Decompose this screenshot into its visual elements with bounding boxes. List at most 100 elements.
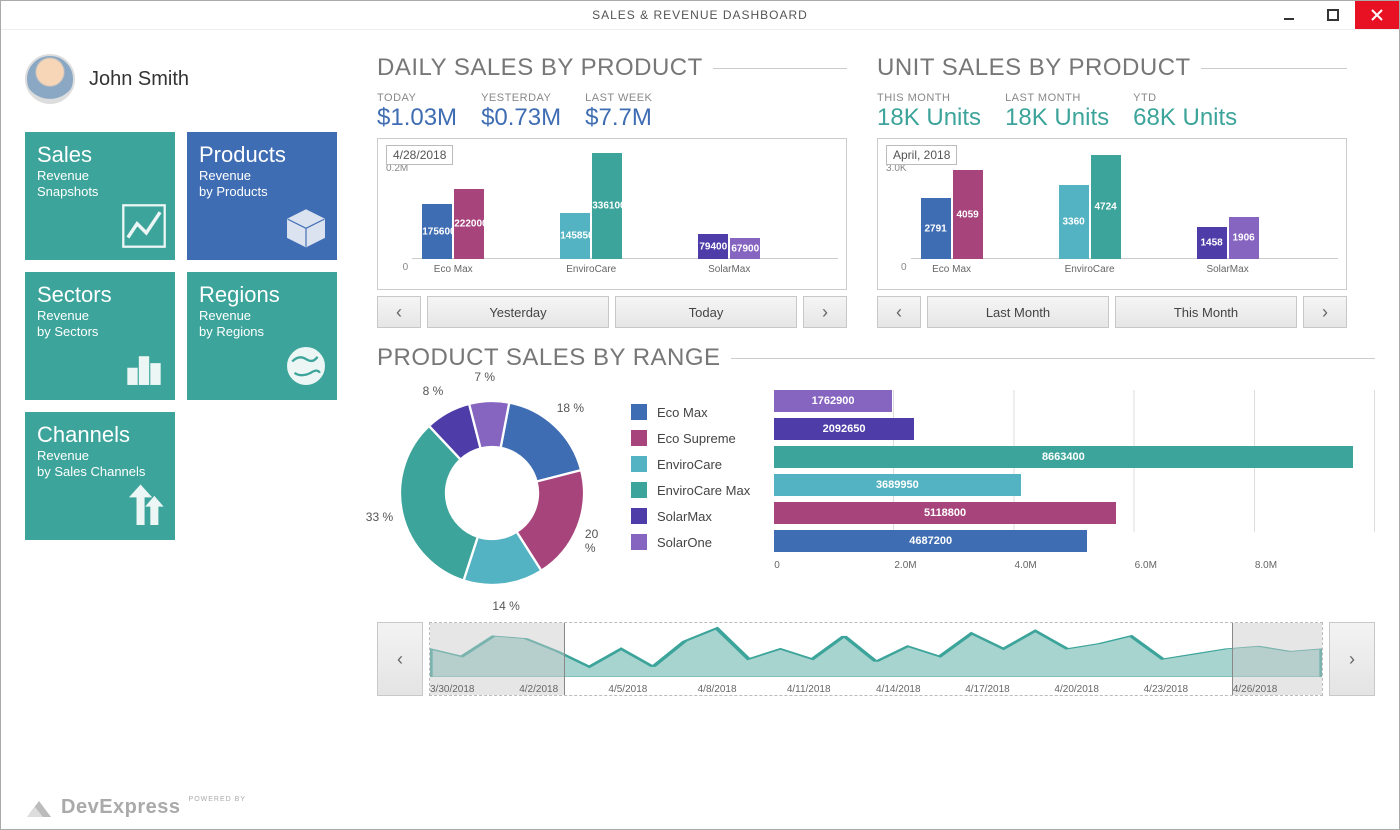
tile-products[interactable]: Products Revenueby Products	[187, 132, 337, 260]
tile-title: Sales	[37, 142, 163, 168]
tile-sub: Revenueby Sales Channels	[37, 448, 163, 481]
daily-next-button[interactable]: ›	[803, 296, 847, 328]
kpi-label: YESTERDAY	[481, 92, 561, 104]
bar: 1906	[1229, 217, 1259, 259]
bar: 4724	[1091, 155, 1121, 259]
legend-item: SolarMax	[631, 508, 750, 524]
category-label: EnviroCare	[1055, 264, 1125, 275]
donut-slice-label: 20 %	[585, 527, 607, 555]
bar: 3360	[1059, 185, 1089, 259]
unit-chart: April, 2018 3.0K0 27914059Eco Max3360472…	[877, 138, 1347, 290]
donut-slice-label: 7 %	[474, 370, 495, 384]
legend-item: Eco Supreme	[631, 430, 750, 446]
arrows-icon	[121, 483, 167, 534]
tile-title: Channels	[37, 422, 163, 448]
daily-yesterday-button[interactable]: Yesterday	[427, 296, 609, 328]
legend-label: Eco Max	[657, 405, 708, 420]
timeline-tick: 4/11/2018	[787, 684, 876, 695]
close-button[interactable]	[1355, 1, 1399, 29]
legend-swatch	[631, 430, 647, 446]
box-icon	[283, 203, 329, 254]
tile-regions[interactable]: Regions Revenueby Regions	[187, 272, 337, 400]
timeline-tick: 4/20/2018	[1054, 684, 1143, 695]
timeline-tick: 4/5/2018	[608, 684, 697, 695]
donut-slice-label: 8 %	[423, 384, 444, 398]
timeline-tick: 4/8/2018	[698, 684, 787, 695]
unit-lastmonth-button[interactable]: Last Month	[927, 296, 1109, 328]
legend-label: SolarOne	[657, 535, 712, 550]
kpi-value: $0.73M	[481, 104, 561, 132]
unit-thismonth-button[interactable]: This Month	[1115, 296, 1297, 328]
kpi-label: LAST MONTH	[1005, 92, 1109, 104]
legend-label: EnviroCare Max	[657, 483, 750, 498]
daily-today-button[interactable]: Today	[615, 296, 797, 328]
category-label: Eco Max	[917, 264, 987, 275]
bar: 175600	[422, 204, 452, 259]
tile-sales[interactable]: Sales RevenueSnapshots	[25, 132, 175, 260]
kpi-label: TODAY	[377, 92, 457, 104]
user-name: John Smith	[89, 68, 189, 91]
minimize-button[interactable]	[1267, 1, 1311, 29]
tile-sub: Revenueby Sectors	[37, 308, 163, 341]
legend-item: EnviroCare	[631, 456, 750, 472]
timeline-tick: 4/23/2018	[1144, 684, 1233, 695]
tile-channels[interactable]: Channels Revenueby Sales Channels	[25, 412, 175, 540]
category-label: SolarMax	[694, 264, 764, 275]
unit-prev-button[interactable]: ‹	[877, 296, 921, 328]
hbar: 2092650	[774, 418, 914, 440]
category-label: SolarMax	[1193, 264, 1263, 275]
hbar: 5118800	[774, 502, 1116, 524]
timeline-prev-button[interactable]: ‹	[377, 622, 423, 696]
tile-sub: Revenueby Products	[199, 168, 325, 201]
timeline-next-button[interactable]: ›	[1329, 622, 1375, 696]
range-title: PRODUCT SALES BY RANGE	[377, 344, 721, 372]
timeline-tick: 4/14/2018	[876, 684, 965, 695]
timeline-range-selector[interactable]: 3/30/20184/2/20184/5/20184/8/20184/11/20…	[429, 622, 1323, 696]
legend-label: Eco Supreme	[657, 431, 736, 446]
hbar: 8663400	[774, 446, 1352, 468]
kpi-label: LAST WEEK	[585, 92, 652, 104]
globe-icon	[283, 343, 329, 394]
hbar: 3689950	[774, 474, 1020, 496]
tile-sectors[interactable]: Sectors Revenueby Sectors	[25, 272, 175, 400]
maximize-button[interactable]	[1311, 1, 1355, 29]
kpi-value: $7.7M	[585, 104, 652, 132]
legend-label: EnviroCare	[657, 457, 722, 472]
legend-swatch	[631, 482, 647, 498]
unit-next-button[interactable]: ›	[1303, 296, 1347, 328]
kpi-value: $1.03M	[377, 104, 457, 132]
user-block: John Smith	[25, 54, 345, 104]
bar: 67900	[730, 238, 760, 259]
daily-date-badge: 4/28/2018	[386, 145, 453, 165]
donut-slice-label: 33 %	[366, 510, 393, 524]
hbar: 4687200	[774, 530, 1087, 552]
kpi-label: THIS MONTH	[877, 92, 981, 104]
axis-tick: 0	[774, 560, 894, 571]
unit-date-badge: April, 2018	[886, 145, 957, 165]
donut-slice-label: 14 %	[492, 599, 519, 613]
daily-prev-button[interactable]: ‹	[377, 296, 421, 328]
legend-item: SolarOne	[631, 534, 750, 550]
line-chart-icon	[121, 203, 167, 254]
tile-title: Regions	[199, 282, 325, 308]
tile-sub: RevenueSnapshots	[37, 168, 163, 201]
brand-name: DevExpress	[61, 796, 181, 819]
range-hbar-chart: 1762900 2092650 8663400 3689950 5118800 46872…	[774, 378, 1375, 571]
window-title: SALES & REVENUE DASHBOARD	[592, 8, 808, 22]
kpi-value: 18K Units	[877, 104, 981, 132]
daily-chart: 4/28/2018 0.2M0 175600222000Eco Max14585…	[377, 138, 847, 290]
category-label: Eco Max	[418, 264, 488, 275]
bar: 2791	[921, 198, 951, 259]
bar: 4059	[953, 170, 983, 259]
bar: 79400	[698, 234, 728, 259]
legend-label: SolarMax	[657, 509, 712, 524]
kpi-value: 68K Units	[1133, 104, 1237, 132]
bars-icon	[121, 343, 167, 394]
bar: 222000	[454, 189, 484, 259]
daily-title: DAILY SALES BY PRODUCT	[377, 54, 703, 82]
legend-swatch	[631, 508, 647, 524]
timeline-tick: 4/2/2018	[519, 684, 608, 695]
hbar: 1762900	[774, 390, 892, 412]
range-donut-chart: 18 %20 %14 %33 %8 %7 %	[377, 378, 607, 608]
legend-item: EnviroCare Max	[631, 482, 750, 498]
